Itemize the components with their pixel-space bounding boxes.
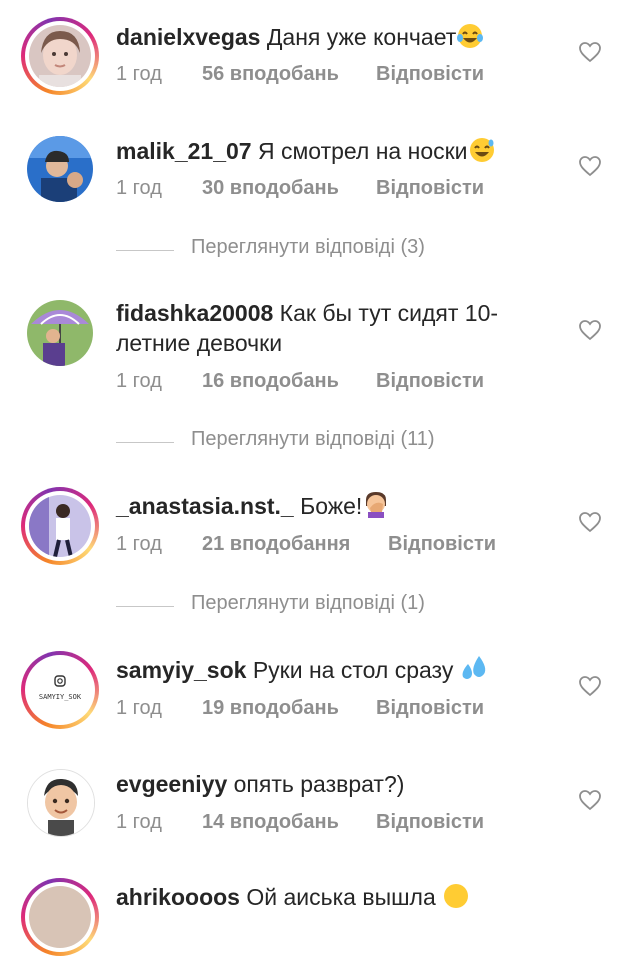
like-heart-icon[interactable] — [578, 511, 602, 533]
comment-text: samyiy_sok Руки на стол сразу — [116, 654, 556, 689]
comment-time: 1 год — [116, 811, 162, 833]
laughing-tears-emoji — [456, 23, 484, 56]
avatar — [29, 495, 91, 557]
comment-username[interactable]: evgeeniyy — [116, 771, 227, 797]
avatar[interactable] — [27, 136, 93, 202]
likes-count[interactable]: 56 вподобань — [202, 63, 339, 86]
comment-username[interactable]: malik_21_07 — [116, 138, 252, 164]
likes-count[interactable]: 21 вподобання — [202, 533, 350, 556]
avatar[interactable] — [27, 300, 93, 366]
like-heart-icon[interactable] — [578, 41, 602, 63]
avatar — [29, 886, 91, 948]
comment-body: Я смотрел на носки — [251, 138, 468, 164]
sweat-droplets-emoji — [460, 654, 490, 689]
facepalm-emoji — [362, 490, 390, 525]
likes-count[interactable]: 14 вподобань — [202, 811, 339, 834]
avatar-label: SAMYIY_SOK — [38, 693, 82, 701]
story-ring-avatar[interactable] — [21, 17, 99, 95]
like-heart-icon[interactable] — [578, 675, 602, 697]
avatar — [29, 25, 91, 87]
reply-button[interactable]: Відповісти — [376, 177, 484, 200]
like-heart-icon[interactable] — [578, 155, 602, 177]
comment-body: Даня уже кончает — [260, 24, 457, 50]
story-ring-avatar[interactable] — [21, 878, 99, 956]
comment-text: _anastasia.nst._ Боже! — [116, 490, 556, 525]
comment-body: Руки на стол сразу — [246, 657, 460, 683]
like-heart-icon[interactable] — [578, 319, 602, 341]
divider — [116, 606, 174, 607]
comment-time: 1 год — [116, 533, 162, 555]
comment-body: Боже! — [293, 493, 363, 519]
avatar: SAMYIY_SOK — [29, 659, 91, 721]
like-heart-icon[interactable] — [578, 789, 602, 811]
comment-username[interactable]: samyiy_sok — [116, 657, 246, 683]
reply-button[interactable]: Відповісти — [388, 533, 496, 556]
story-ring-avatar[interactable] — [21, 487, 99, 565]
comment-body: Ой аиська вышла — [239, 884, 436, 910]
view-replies-link[interactable]: Переглянути відповіді (1) — [116, 592, 536, 622]
comment-body: опять разврат?) — [227, 771, 405, 797]
comment-text: evgeeniyy опять разврат?) — [116, 769, 556, 799]
comment-time: 1 год — [116, 370, 162, 392]
comment-time: 1 год — [116, 177, 162, 199]
comment-username[interactable]: danielxvegas — [116, 24, 260, 50]
view-replies-label: Переглянути відповіді (11) — [191, 428, 435, 450]
likes-count[interactable]: 30 вподобань — [202, 177, 339, 200]
avatar[interactable] — [27, 769, 95, 837]
comment-username[interactable]: fidashka20008 — [116, 300, 273, 326]
comment-text: danielxvegas Даня уже кончает — [116, 22, 556, 56]
likes-count[interactable]: 19 вподобань — [202, 697, 339, 720]
reply-button[interactable]: Відповісти — [376, 811, 484, 834]
view-replies-label: Переглянути відповіді (3) — [191, 236, 425, 258]
divider — [116, 442, 174, 443]
comment-text: ahrikoooos Ой аиська вышла — [116, 882, 556, 916]
likes-count[interactable]: 16 вподобань — [202, 370, 339, 393]
comment-text: fidashka20008 Как бы тут сидят 10-летние… — [116, 298, 556, 358]
comment-time: 1 год — [116, 63, 162, 85]
comment-text: malik_21_07 Я смотрел на носки — [116, 136, 556, 170]
sweat-smile-emoji — [468, 137, 496, 170]
comment-username[interactable]: ahrikoooos — [116, 884, 240, 910]
view-replies-link[interactable]: Переглянути відповіді (3) — [116, 236, 536, 266]
view-replies-link[interactable]: Переглянути відповіді (11) — [116, 428, 536, 458]
reply-button[interactable]: Відповісти — [376, 697, 484, 720]
comment-username[interactable]: _anastasia.nst._ — [116, 493, 294, 519]
comment-time: 1 год — [116, 697, 162, 719]
view-replies-label: Переглянути відповіді (1) — [191, 592, 425, 614]
story-ring-avatar[interactable]: SAMYIY_SOK — [21, 651, 99, 729]
grin-emoji — [442, 883, 470, 916]
reply-button[interactable]: Відповісти — [376, 63, 484, 86]
divider — [116, 250, 174, 251]
reply-button[interactable]: Відповісти — [376, 370, 484, 393]
